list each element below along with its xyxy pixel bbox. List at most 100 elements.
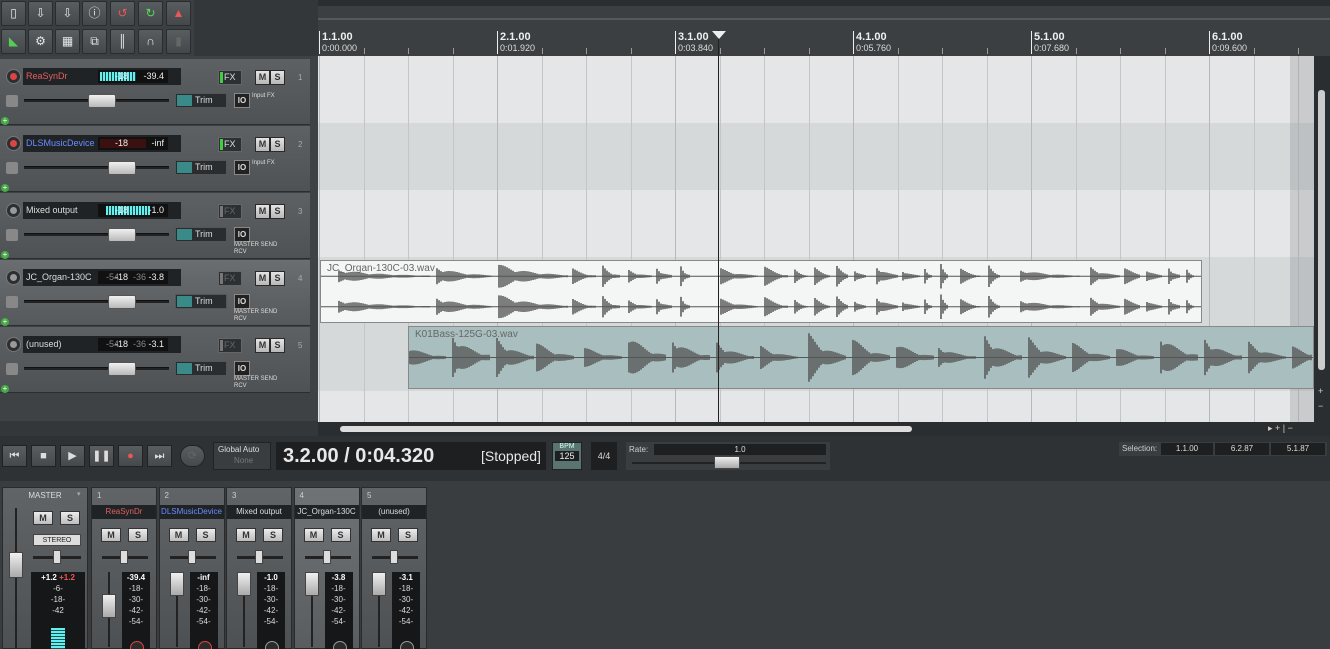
- mute-button[interactable]: M: [255, 204, 270, 219]
- undo-icon[interactable]: ↺: [110, 1, 135, 26]
- record-arm-button[interactable]: [6, 203, 21, 218]
- solo-button[interactable]: S: [270, 338, 285, 353]
- strip-pan[interactable]: [169, 550, 216, 564]
- track-header[interactable]: ReaSynDr -18 -39.4 FX M S 1 Trim IO Input…: [0, 59, 310, 125]
- master-mute-button[interactable]: M: [33, 511, 53, 525]
- mute-button[interactable]: M: [255, 70, 270, 85]
- volume-knob[interactable]: [108, 362, 136, 376]
- track-header[interactable]: JC_Organ-130C -54 -36 -18 -3.8 FX M S 4 T…: [0, 260, 310, 326]
- strip-fader[interactable]: [237, 572, 251, 647]
- strip-record-arm-icon[interactable]: [265, 641, 279, 649]
- volume-knob[interactable]: [108, 295, 136, 309]
- trim-button[interactable]: Trim: [175, 361, 227, 376]
- time-signature[interactable]: 4/4: [591, 442, 617, 470]
- go-to-start-button[interactable]: ⏮: [2, 445, 27, 467]
- fx-button[interactable]: FX: [218, 70, 242, 85]
- zoom-in-icon[interactable]: +: [1318, 386, 1323, 396]
- horizontal-scrollbar[interactable]: ▸ + | −: [318, 422, 1330, 436]
- scroll-right-icon[interactable]: ▸ + | −: [1268, 423, 1293, 434]
- mixer-strip[interactable]: 5 (unused) M S -3.1 -18- -30- -42- -54-: [361, 487, 427, 649]
- bpm-display[interactable]: BPM 125: [552, 442, 582, 470]
- scrollbar-thumb[interactable]: [340, 426, 912, 432]
- strip-fader[interactable]: [169, 572, 184, 647]
- master-fader-knob[interactable]: [9, 552, 23, 578]
- master-stereo-button[interactable]: STEREO: [33, 534, 81, 546]
- add-envelope-icon[interactable]: +: [1, 184, 9, 192]
- save-project-icon[interactable]: ⇩: [55, 1, 80, 26]
- io-button[interactable]: IOMASTER SEND RCV: [234, 227, 286, 255]
- strip-mute-button[interactable]: M: [236, 528, 256, 542]
- solo-button[interactable]: S: [270, 271, 285, 286]
- play-cursor-marker[interactable]: [712, 31, 726, 39]
- trim-button[interactable]: Trim: [175, 93, 227, 108]
- media-item[interactable]: K01Bass-125G-03.wav: [408, 326, 1314, 389]
- play-button[interactable]: ▶: [60, 445, 85, 467]
- open-project-icon[interactable]: ⇩: [28, 1, 53, 26]
- trim-button[interactable]: Trim: [175, 160, 227, 175]
- io-button[interactable]: IOMASTER SEND RCV: [234, 361, 286, 389]
- pan-knob[interactable]: [187, 550, 196, 564]
- mixer-strip[interactable]: 1 ReaSynDr M S -39.4 -18- -30- -42- -54-: [91, 487, 157, 649]
- solo-button[interactable]: S: [270, 70, 285, 85]
- fx-button[interactable]: FX: [218, 137, 242, 152]
- project-settings-icon[interactable]: ⓘ: [82, 1, 107, 26]
- trim-button[interactable]: Trim: [175, 294, 227, 309]
- fader-knob[interactable]: [237, 572, 251, 596]
- master-menu-icon[interactable]: ▾: [77, 490, 81, 498]
- pan-knob[interactable]: [322, 550, 331, 564]
- vertical-scrollbar[interactable]: + −: [1314, 56, 1330, 422]
- strip-fader[interactable]: [102, 572, 116, 647]
- solo-button[interactable]: S: [270, 204, 285, 219]
- track-header[interactable]: Mixed output -18 -1.0 FX M S 3 Trim IOMA…: [0, 193, 310, 259]
- strip-pan[interactable]: [372, 550, 418, 564]
- pan-knob[interactable]: [390, 550, 398, 564]
- phase-invert-icon[interactable]: [6, 296, 18, 308]
- global-automation[interactable]: Global Auto None: [213, 442, 271, 470]
- strip-fader[interactable]: [304, 572, 319, 647]
- media-item[interactable]: JC_Organ-130C-03.wav: [320, 260, 1202, 323]
- volume-slider[interactable]: [24, 228, 169, 242]
- master-solo-button[interactable]: S: [60, 511, 80, 525]
- track-header[interactable]: DLSMusicDevice -18 -inf FX M S 2 Trim IO…: [0, 126, 310, 192]
- strip-mute-button[interactable]: M: [168, 528, 189, 542]
- record-button[interactable]: ●: [118, 445, 143, 467]
- zoom-out-icon[interactable]: −: [1318, 401, 1323, 411]
- trim-button[interactable]: Trim: [175, 227, 227, 242]
- strip-name[interactable]: (unused): [362, 505, 426, 519]
- phase-invert-icon[interactable]: [6, 162, 18, 174]
- phase-invert-icon[interactable]: [6, 229, 18, 241]
- strip-name[interactable]: Mixed output: [227, 505, 291, 519]
- volume-slider[interactable]: [24, 94, 169, 108]
- io-button[interactable]: IOMASTER SEND RCV: [234, 294, 286, 322]
- add-envelope-icon[interactable]: +: [1, 251, 9, 259]
- record-arm-button[interactable]: [6, 270, 21, 285]
- mixer-strip[interactable]: 3 Mixed output M S -1.0 -18- -30- -42- -…: [226, 487, 292, 649]
- volume-knob[interactable]: [108, 161, 136, 175]
- fader-knob[interactable]: [304, 572, 319, 596]
- strip-name[interactable]: JC_Organ-130C: [294, 505, 359, 519]
- fader-knob[interactable]: [372, 572, 386, 596]
- mixer-strip[interactable]: 4 JC_Organ-130C M S -3.8 -18- -30- -42- …: [293, 487, 360, 649]
- pause-button[interactable]: ❚❚: [89, 445, 114, 467]
- io-button[interactable]: IO Input FX: [234, 93, 286, 108]
- phase-invert-icon[interactable]: [6, 95, 18, 107]
- volume-knob[interactable]: [88, 94, 116, 108]
- record-arm-button[interactable]: [6, 337, 21, 352]
- volume-slider[interactable]: [24, 362, 169, 376]
- mixer-strip[interactable]: 2 DLSMusicDevice M S -inf -18- -30- -42-…: [158, 487, 225, 649]
- fx-button[interactable]: FX: [218, 204, 242, 219]
- arrange-view[interactable]: 1.1.00 0:00.000 2.1.00 0:01.920 3.1.00 0:03.8…: [318, 0, 1330, 436]
- pan-knob[interactable]: [255, 550, 263, 564]
- lock-all-icon[interactable]: ▮: [166, 29, 191, 54]
- strip-fader[interactable]: [372, 572, 386, 647]
- fx-button[interactable]: FX: [218, 338, 242, 353]
- strip-mute-button[interactable]: M: [101, 528, 121, 542]
- strip-mute-button[interactable]: M: [303, 528, 324, 542]
- volume-slider[interactable]: [24, 161, 169, 175]
- strip-mute-button[interactable]: M: [371, 528, 391, 542]
- mute-button[interactable]: M: [255, 271, 270, 286]
- strip-record-arm-icon[interactable]: [400, 641, 414, 649]
- envelope-icon[interactable]: ◣: [1, 29, 26, 54]
- strip-pan[interactable]: [304, 550, 351, 564]
- fader-knob[interactable]: [169, 572, 184, 596]
